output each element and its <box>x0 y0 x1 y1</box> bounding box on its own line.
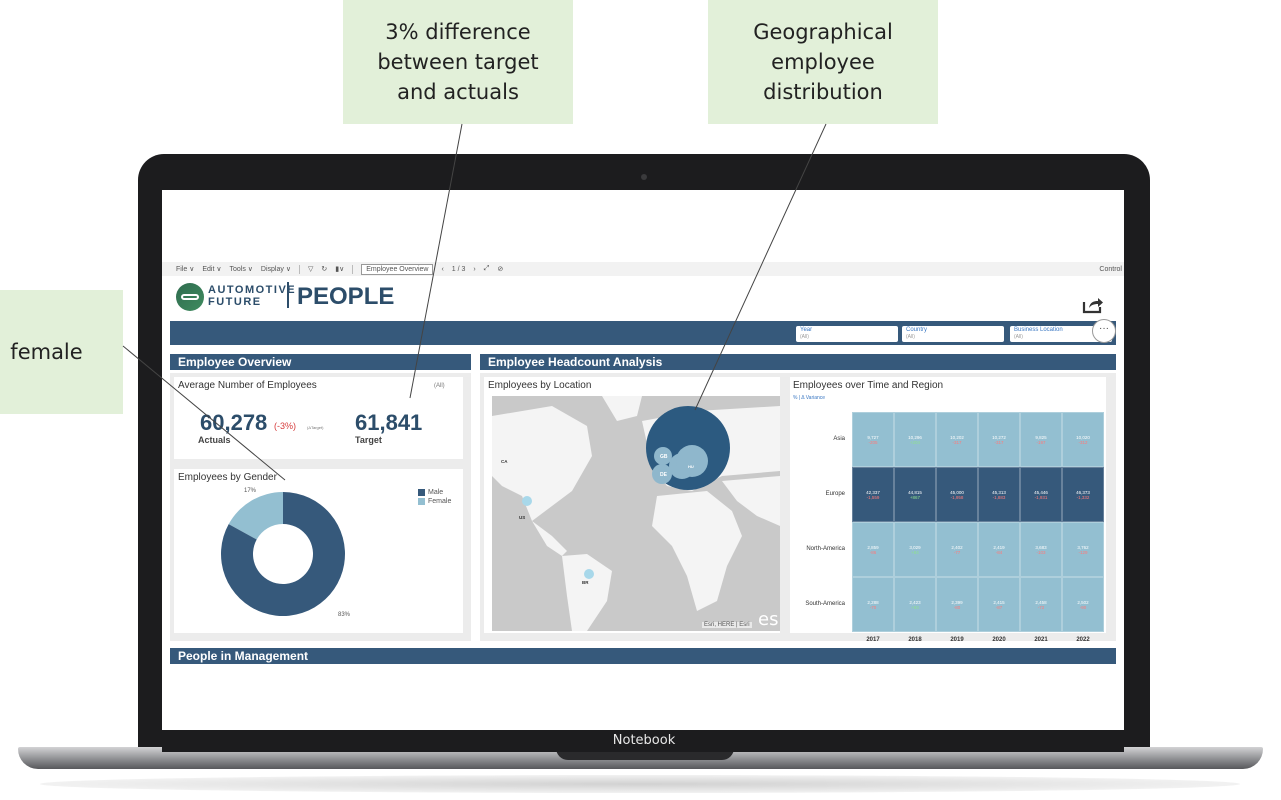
callout-leaders <box>122 123 827 481</box>
leader-line-gender <box>122 345 286 481</box>
leader-line-difference <box>409 123 463 399</box>
leader-line-geo <box>694 123 827 411</box>
